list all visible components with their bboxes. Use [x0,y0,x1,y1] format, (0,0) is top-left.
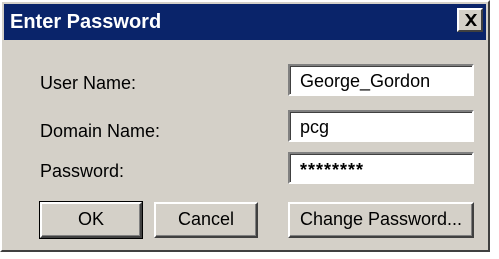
close-icon [465,14,477,26]
user-name-field[interactable]: George_Gordon [288,64,474,96]
password-value: ******** [300,160,365,180]
ok-button[interactable]: OK [39,201,143,239]
password-field[interactable]: ******** [288,152,474,184]
domain-name-field[interactable]: pcg [288,110,474,142]
user-name-label: User Name: [40,73,137,93]
dialog-title: Enter Password [10,11,162,33]
close-button[interactable] [457,8,483,32]
enter-password-dialog: Enter Password User Name: George_Gordon … [0,0,490,252]
change-password-button[interactable]: Change Password... [288,202,474,238]
title-bar[interactable]: Enter Password [4,4,486,40]
domain-name-label: Domain Name: [40,121,161,141]
cancel-button[interactable]: Cancel [154,202,258,238]
user-name-value: George_Gordon [300,71,431,91]
password-label: Password: [40,161,125,181]
domain-name-value: pcg [300,117,330,137]
